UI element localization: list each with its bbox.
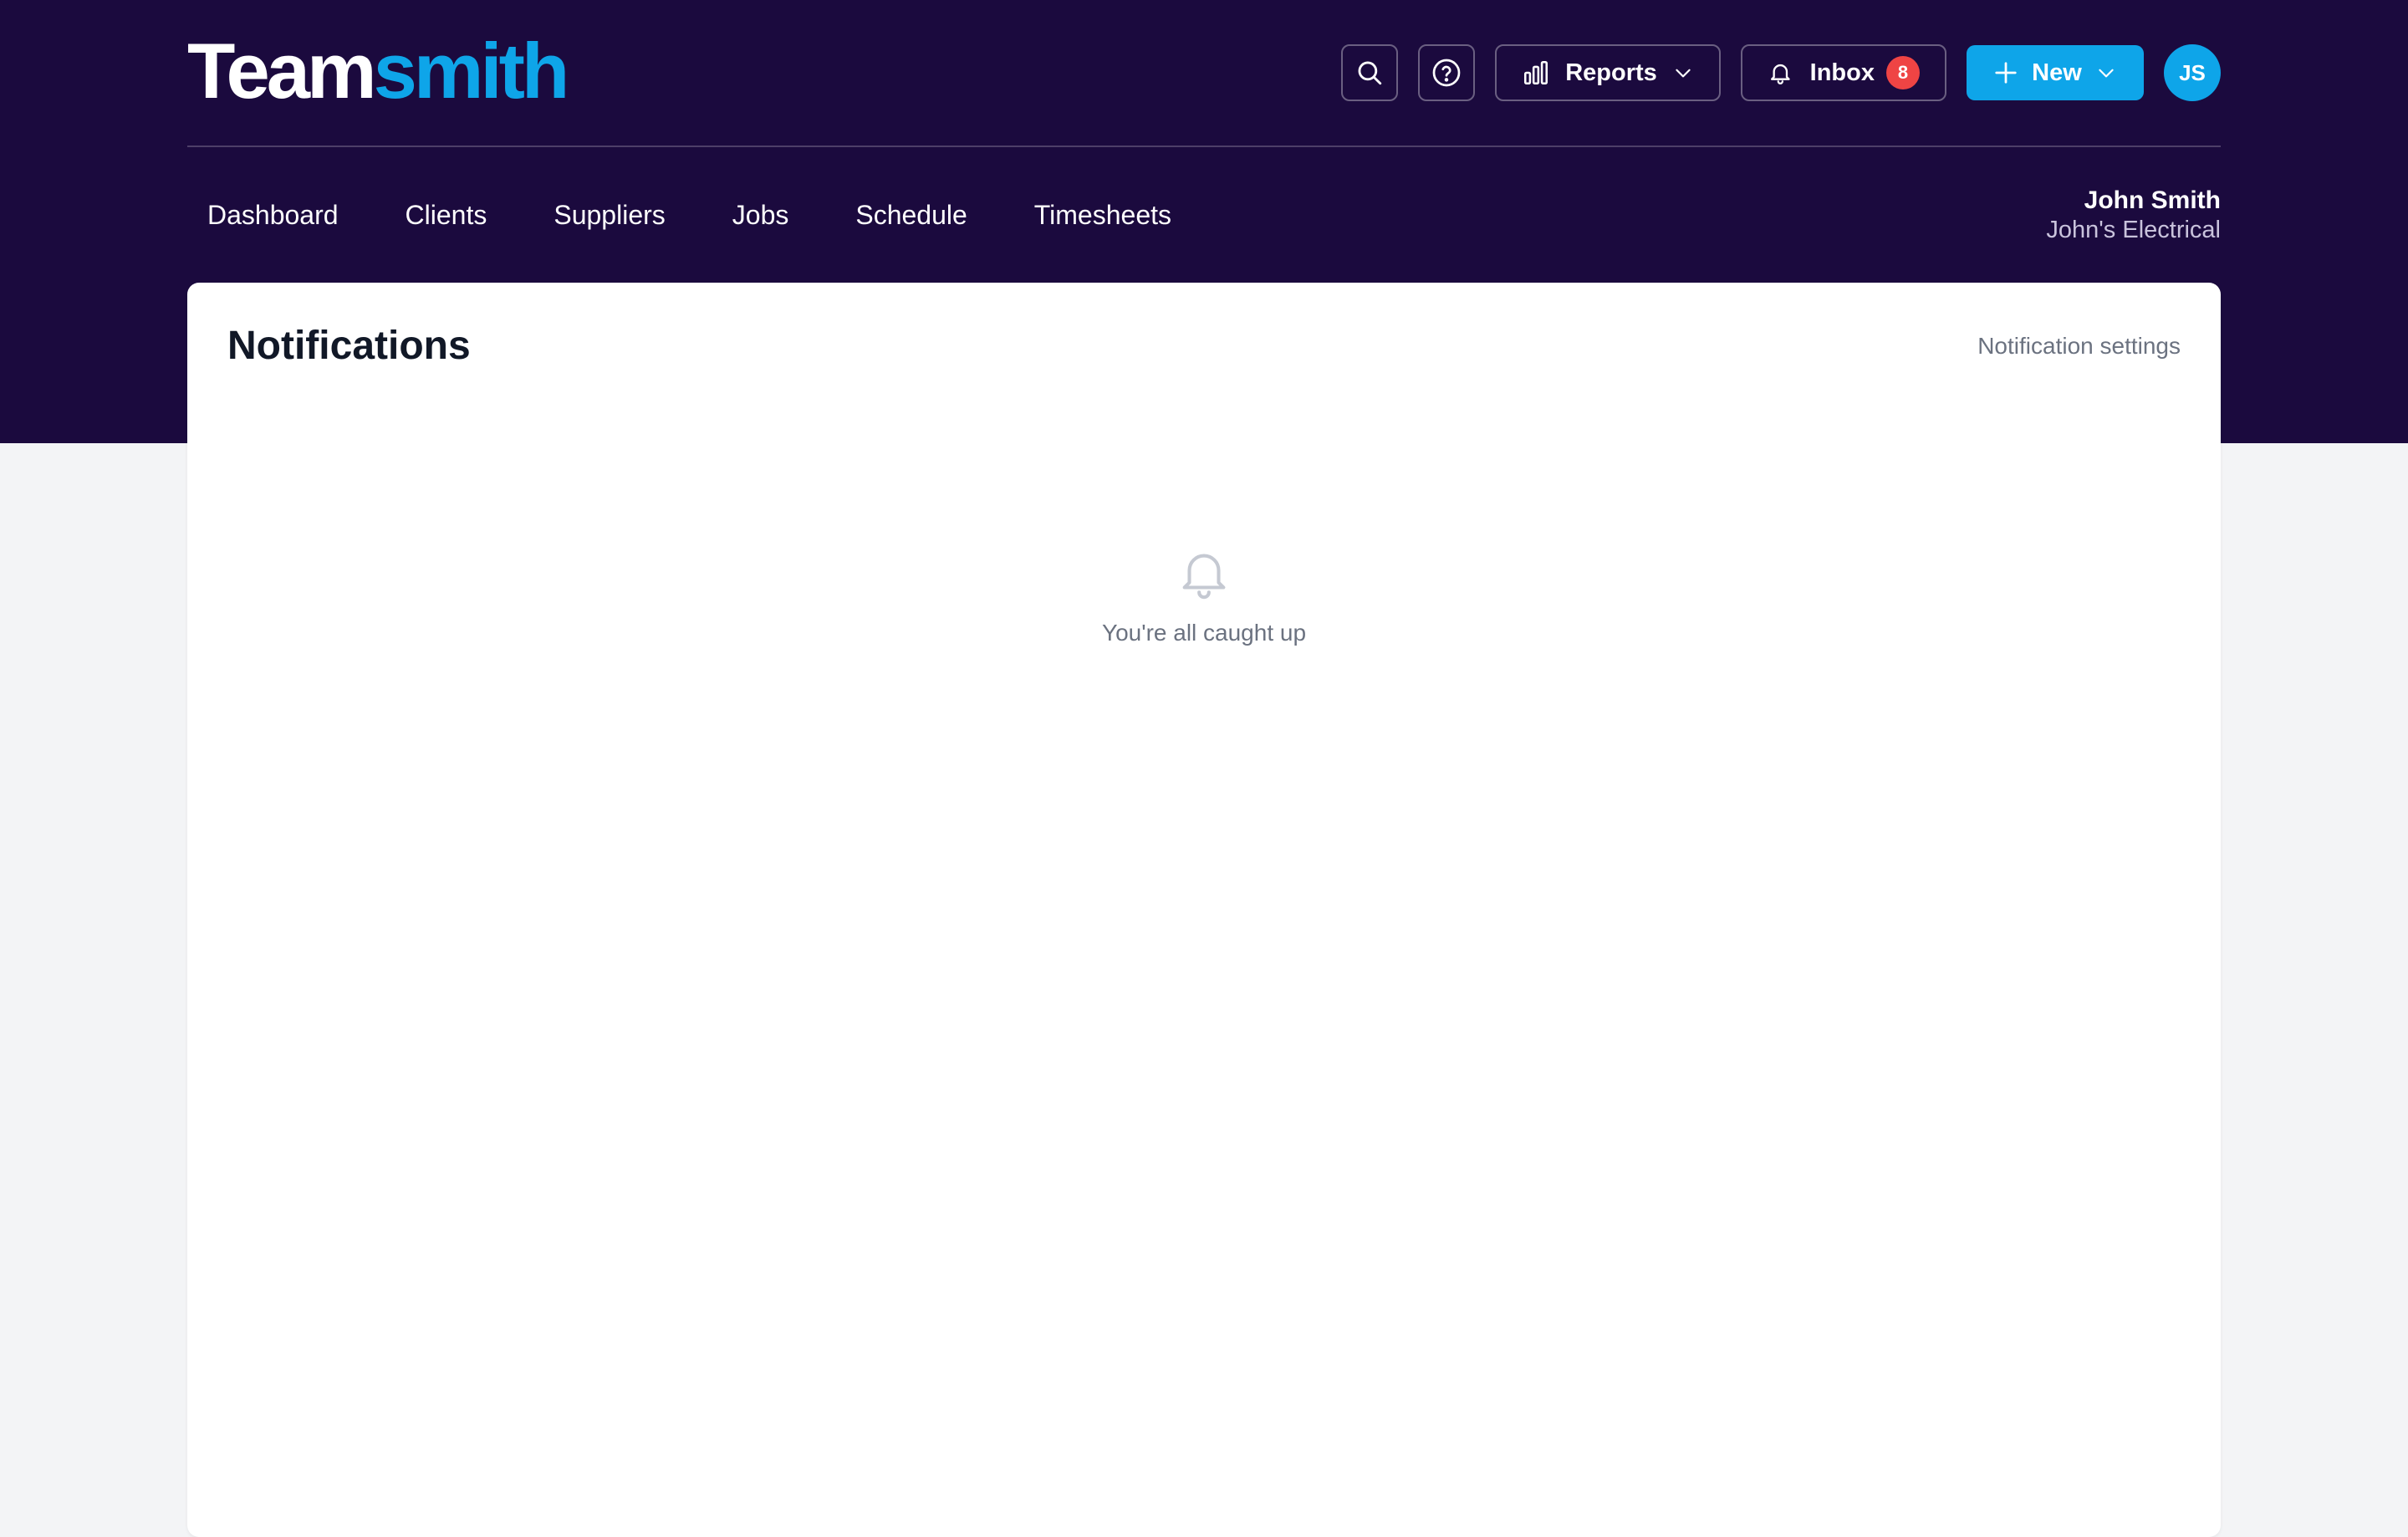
- top-bar: Teamsmith Reports Inbox 8 New JS: [187, 0, 2221, 147]
- nav-item-schedule[interactable]: Schedule: [855, 200, 967, 231]
- nav-item-clients[interactable]: Clients: [406, 200, 487, 231]
- plus-icon: [1995, 62, 2017, 84]
- nav-item-jobs[interactable]: Jobs: [732, 200, 789, 231]
- header: Teamsmith Reports Inbox 8 New JS Dashboa…: [187, 0, 2221, 283]
- bell-icon: [1770, 64, 1790, 84]
- inbox-count-badge: 8: [1886, 56, 1920, 89]
- reports-label: Reports: [1565, 59, 1657, 86]
- main-nav: Dashboard Clients Suppliers Jobs Schedul…: [207, 200, 1238, 231]
- nav-item-suppliers[interactable]: Suppliers: [554, 200, 665, 231]
- user-name: John Smith: [2084, 186, 2221, 214]
- search-icon: [1358, 61, 1382, 85]
- empty-state: You're all caught up: [187, 544, 2221, 646]
- bar-chart-icon: [1523, 60, 1548, 85]
- chevron-down-icon: [2099, 69, 2114, 78]
- inbox-button[interactable]: Inbox 8: [1741, 44, 1946, 101]
- notification-settings-link[interactable]: Notification settings: [1977, 333, 2181, 360]
- bell-icon: [1182, 554, 1226, 600]
- nav-item-timesheets[interactable]: Timesheets: [1034, 200, 1171, 231]
- empty-state-message: You're all caught up: [1101, 620, 1307, 646]
- nav-item-dashboard[interactable]: Dashboard: [207, 200, 339, 231]
- help-icon: [1432, 59, 1461, 87]
- user-company: John's Electrical: [2046, 216, 2221, 243]
- notifications-card: Notifications Notification settings You'…: [187, 283, 2221, 1537]
- page-title: Notifications: [227, 324, 471, 368]
- app-logo[interactable]: Teamsmith: [187, 32, 569, 110]
- logo-text-smith: smith: [373, 27, 570, 115]
- nav-row: Dashboard Clients Suppliers Jobs Schedul…: [187, 147, 2221, 283]
- new-label: New: [2032, 59, 2082, 86]
- avatar[interactable]: JS: [2164, 44, 2221, 101]
- inbox-label: Inbox: [1809, 59, 1875, 86]
- new-button[interactable]: New: [1967, 45, 2144, 100]
- reports-button[interactable]: Reports: [1495, 44, 1721, 101]
- logo-text-team: Team: [187, 27, 377, 115]
- search-button[interactable]: [1341, 44, 1398, 101]
- user-info[interactable]: John Smith John's Electrical: [2046, 186, 2221, 244]
- help-button[interactable]: [1418, 44, 1475, 101]
- chevron-down-icon: [1676, 69, 1691, 78]
- header-actions: Reports Inbox 8 New JS: [1341, 44, 2221, 101]
